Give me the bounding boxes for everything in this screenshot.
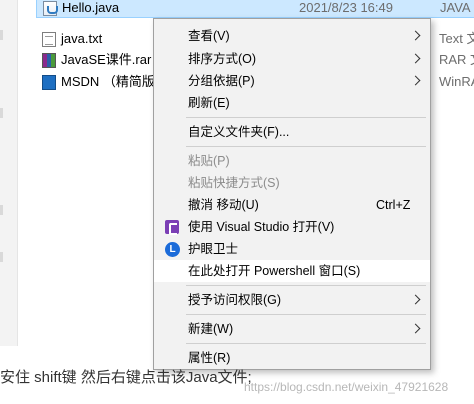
chevron-right-icon [410, 323, 421, 334]
java-file-icon [43, 1, 58, 16]
file-name: JavaSE课件.rar [61, 52, 152, 67]
menu-separator [186, 285, 426, 286]
navigation-pane[interactable] [0, 0, 18, 346]
watermark: https://blog.csdn.net/weixin_47921628 [244, 380, 449, 394]
menu-item-label: 在此处打开 Powershell 窗口(S) [188, 264, 361, 278]
menu-item-paste[interactable]: 粘贴(P) [154, 150, 430, 172]
menu-separator [186, 343, 426, 344]
menu-item-open-with-visual-studio[interactable]: 使用 Visual Studio 打开(V) [154, 216, 430, 238]
menu-separator [186, 117, 426, 118]
file-name: Hello.java [62, 0, 120, 15]
menu-item-label: 使用 Visual Studio 打开(V) [188, 220, 335, 234]
rar-file-icon [42, 53, 56, 68]
nav-marker [0, 205, 3, 215]
menu-item-open-powershell[interactable]: 在此处打开 Powershell 窗口(S) [154, 260, 430, 282]
menu-item-new[interactable]: 新建(W) [154, 318, 430, 340]
menu-item-sort-by[interactable]: 排序方式(O) [154, 48, 430, 70]
menu-item-label: 新建(W) [188, 322, 234, 336]
menu-separator [186, 314, 426, 315]
nav-marker [0, 252, 3, 262]
menu-item-eye-guard[interactable]: L 护眼卫士 [154, 238, 430, 260]
menu-item-label: 自定义文件夹(F)... [188, 125, 290, 139]
menu-item-label: 护眼卫士 [188, 242, 239, 256]
file-date: 2021/8/23 16:49 [299, 0, 393, 15]
menu-item-label: 撤消 移动(U) [188, 198, 259, 212]
eye-guard-icon: L [165, 242, 180, 257]
menu-item-give-access[interactable]: 授予访问权限(G) [154, 289, 430, 311]
file-type: Text 文 [439, 31, 474, 46]
chevron-right-icon [410, 53, 421, 64]
msdn-file-icon [42, 75, 56, 90]
chevron-right-icon [410, 75, 421, 86]
chevron-right-icon [410, 294, 421, 305]
text-file-icon [42, 32, 56, 47]
menu-item-label: 排序方式(O) [188, 52, 257, 66]
menu-item-view[interactable]: 查看(V) [154, 25, 430, 47]
menu-item-label: 刷新(E) [188, 96, 230, 110]
menu-item-label: 分组依据(P) [188, 74, 255, 88]
file-row-hello-java[interactable]: Hello.java 2021/8/23 16:49 JAVA [36, 0, 474, 18]
context-menu: 查看(V) 排序方式(O) 分组依据(P) 刷新(E) 自定义文件夹(F)...… [153, 18, 431, 370]
menu-item-label: 粘贴(P) [188, 154, 230, 168]
menu-item-refresh[interactable]: 刷新(E) [154, 92, 430, 114]
article-caption: 安住 shift键 然后右键点击该Java文件; [0, 369, 252, 386]
file-type: JAVA [440, 0, 471, 15]
menu-item-shortcut: Ctrl+Z [376, 198, 411, 212]
menu-item-undo-move[interactable]: 撤消 移动(U) Ctrl+Z [154, 194, 430, 216]
file-name: MSDN （精简版） [61, 74, 168, 89]
menu-item-label: 授予访问权限(G) [188, 293, 282, 307]
chevron-right-icon [410, 30, 421, 41]
menu-item-label: 查看(V) [188, 29, 230, 43]
menu-separator [186, 146, 426, 147]
menu-item-paste-shortcut[interactable]: 粘贴快捷方式(S) [154, 172, 430, 194]
menu-item-customize-folder[interactable]: 自定义文件夹(F)... [154, 121, 430, 143]
nav-marker [0, 108, 3, 118]
file-type: RAR 文 [439, 52, 474, 67]
file-type: WinRA [439, 74, 474, 89]
file-name: java.txt [61, 31, 103, 46]
nav-marker [0, 30, 3, 40]
menu-item-label: 粘贴快捷方式(S) [188, 176, 280, 190]
menu-item-group-by[interactable]: 分组依据(P) [154, 70, 430, 92]
visual-studio-icon [165, 220, 179, 235]
